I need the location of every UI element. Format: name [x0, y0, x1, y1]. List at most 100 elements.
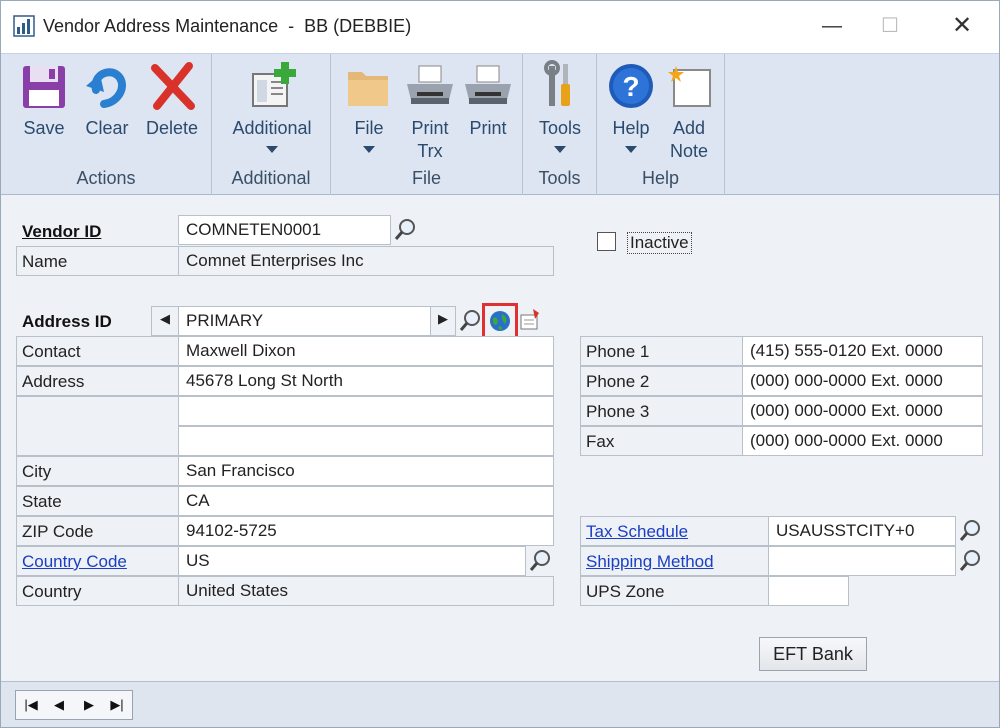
chevron-down-icon	[266, 146, 278, 153]
lookup-icon[interactable]	[958, 548, 982, 574]
previous-record-button[interactable]: ◀	[48, 695, 70, 715]
print-trx-label-line2: Trx	[417, 141, 443, 161]
phone3-label: Phone 3	[580, 396, 743, 426]
country-label: Country	[16, 576, 179, 606]
tax-schedule-label[interactable]: Tax Schedule	[580, 516, 769, 546]
file-icon	[348, 72, 388, 106]
state-field[interactable]: CA	[178, 486, 554, 516]
maximize-button[interactable]: ☐	[867, 1, 913, 53]
first-record-button[interactable]: |◀	[20, 695, 42, 715]
address-label: Address	[16, 366, 179, 396]
add-note-button[interactable]: Add Note	[661, 54, 717, 164]
file-group-label: File	[411, 168, 441, 188]
tools-icon	[544, 60, 570, 106]
delete-icon	[151, 62, 195, 110]
address-id-field[interactable]: PRIMARY	[178, 306, 431, 336]
address-label-spacer	[16, 396, 179, 456]
help-button[interactable]: ? Help	[603, 54, 659, 164]
shipping-method-field[interactable]	[768, 546, 956, 576]
add-note-icon	[668, 66, 711, 107]
address-prev-button[interactable]: ◀	[151, 306, 179, 336]
eft-bank-button[interactable]: EFT Bank	[759, 637, 867, 671]
phone1-label: Phone 1	[580, 336, 743, 366]
chevron-down-icon	[554, 146, 566, 153]
ribbon-group-file: File Print Trx Print File	[331, 54, 523, 195]
tools-button[interactable]: Tools	[531, 54, 589, 164]
zip-code-field[interactable]: 94102-5725	[178, 516, 554, 546]
print-trx-label-line1: Print	[411, 118, 449, 138]
help-icon: ?	[609, 64, 653, 108]
print-trx-button[interactable]: Print Trx	[401, 54, 459, 164]
add-note-label-line2: Note	[669, 141, 709, 161]
chevron-down-icon	[363, 146, 375, 153]
svg-text:?: ?	[622, 71, 639, 102]
lookup-icon[interactable]	[393, 217, 417, 243]
address-tag-icon[interactable]	[519, 307, 541, 333]
fax-label: Fax	[580, 426, 743, 456]
country-code-field[interactable]: US	[178, 546, 526, 576]
lookup-icon[interactable]	[458, 308, 482, 334]
fax-field[interactable]: (000) 000-0000 Ext. 0000	[742, 426, 983, 456]
ups-zone-field[interactable]	[768, 576, 849, 606]
name-field[interactable]: Comnet Enterprises Inc	[178, 246, 554, 276]
tax-schedule-link[interactable]: Tax Schedule	[586, 522, 688, 541]
address-line2-field[interactable]	[178, 396, 554, 426]
name-label: Name	[16, 246, 179, 276]
address-next-button[interactable]: ▶	[430, 306, 456, 336]
print-trx-icon	[407, 65, 453, 104]
tax-schedule-field[interactable]: USAUSSTCITY+0	[768, 516, 956, 546]
internet-info-button[interactable]	[482, 303, 518, 339]
phone3-field[interactable]: (000) 000-0000 Ext. 0000	[742, 396, 983, 426]
file-button[interactable]: File	[343, 54, 395, 164]
vendor-id-field[interactable]: COMNETEN0001	[178, 215, 391, 245]
ribbon-group-actions: Save Clear Delete Actions	[1, 54, 212, 195]
minimize-button[interactable]: —	[809, 1, 855, 53]
add-note-label-line1: Add	[672, 118, 706, 138]
add-note-label: Add Note	[661, 117, 717, 163]
help-group-label: Help	[641, 168, 680, 188]
tools-group-label: Tools	[538, 168, 581, 188]
delete-button[interactable]: Delete	[141, 54, 203, 164]
additional-button[interactable]: Additional	[222, 54, 322, 164]
address-line1-field[interactable]: 45678 Long St North	[178, 366, 554, 396]
window-title: Vendor Address Maintenance - BB (DEBBIE)	[43, 16, 412, 36]
city-label: City	[16, 456, 179, 486]
address-line3-field[interactable]	[178, 426, 554, 456]
app-icon	[13, 15, 35, 37]
phone2-field[interactable]: (000) 000-0000 Ext. 0000	[742, 366, 983, 396]
title-bar: Vendor Address Maintenance - BB (DEBBIE)…	[1, 1, 999, 53]
record-navigation-bar: |◀ ◀ ▶ ▶|	[1, 681, 999, 727]
lookup-icon[interactable]	[958, 518, 982, 544]
phone1-field[interactable]: (415) 555-0120 Ext. 0000	[742, 336, 983, 366]
city-field[interactable]: San Francisco	[178, 456, 554, 486]
additional-group-label: Additional	[231, 168, 311, 188]
country-code-label[interactable]: Country Code	[16, 546, 179, 576]
print-button[interactable]: Print	[459, 54, 517, 164]
chevron-down-icon	[625, 146, 637, 153]
additional-label: Additional	[232, 118, 312, 138]
close-button[interactable]: ✕	[939, 1, 985, 53]
ribbon-group-tools: Tools Tools	[523, 54, 597, 195]
save-label: Save	[23, 118, 65, 138]
country-field[interactable]: United States	[178, 576, 554, 606]
actions-group-label: Actions	[76, 168, 136, 188]
inactive-checkbox[interactable]	[597, 232, 616, 251]
tools-label: Tools	[538, 118, 582, 138]
inactive-label[interactable]: Inactive	[627, 232, 692, 254]
country-code-link[interactable]: Country Code	[22, 552, 127, 571]
last-record-button[interactable]: ▶|	[106, 695, 128, 715]
lookup-icon[interactable]	[528, 548, 552, 574]
save-button[interactable]: Save	[15, 54, 73, 164]
clear-label: Clear	[85, 118, 129, 138]
vendor-id-label: Vendor ID	[22, 222, 102, 241]
next-record-button[interactable]: ▶	[78, 695, 100, 715]
clear-button[interactable]: Clear	[81, 54, 133, 164]
phone2-label: Phone 2	[580, 366, 743, 396]
contact-field[interactable]: Maxwell Dixon	[178, 336, 554, 366]
shipping-method-link[interactable]: Shipping Method	[586, 552, 714, 571]
state-label: State	[16, 486, 179, 516]
print-icon	[465, 65, 511, 104]
file-label: File	[354, 118, 384, 138]
shipping-method-label[interactable]: Shipping Method	[580, 546, 769, 576]
save-icon	[23, 66, 65, 108]
